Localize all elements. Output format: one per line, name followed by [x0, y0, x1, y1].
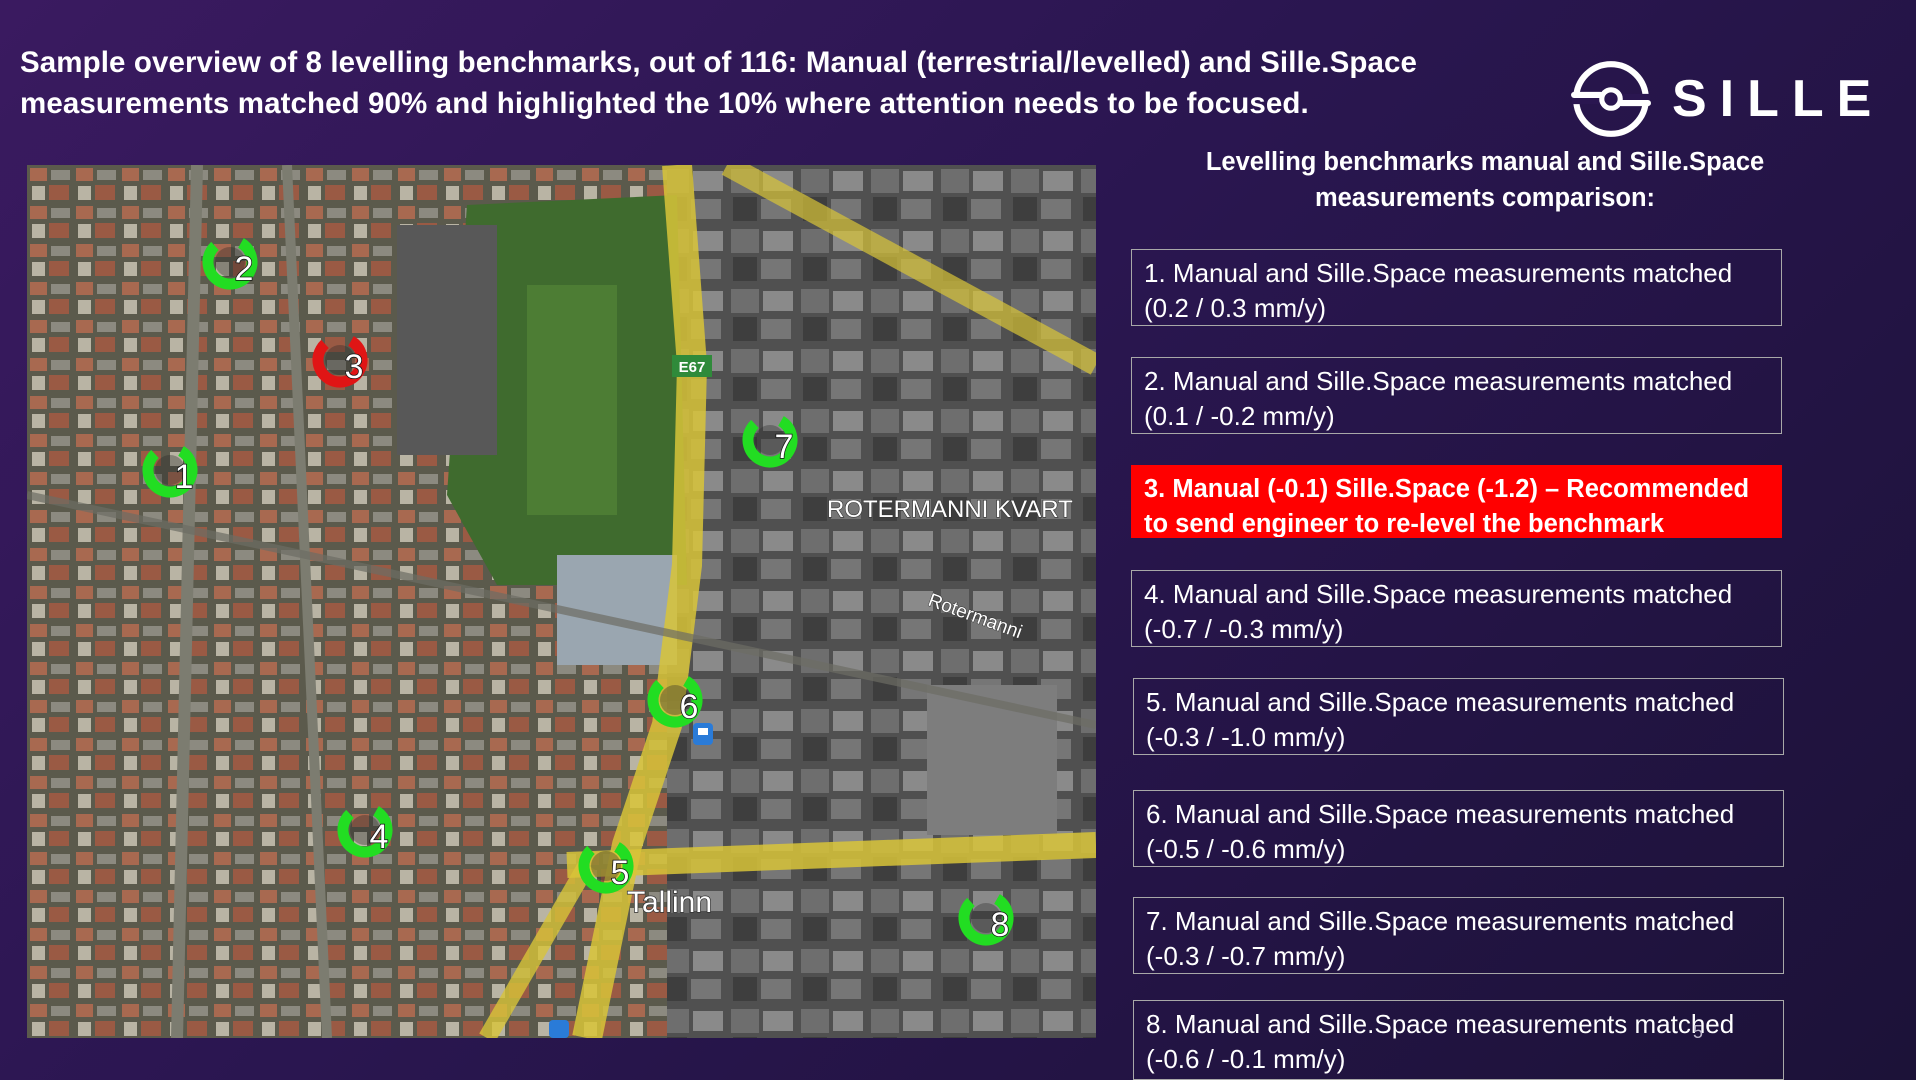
- benchmark-item-5: 5. Manual and Sille.Space measurements m…: [1133, 678, 1784, 755]
- benchmark-marker-number: 7: [775, 428, 794, 466]
- satellite-map: E67 ROTERMANNI KVART Rotermanni Tallinn …: [27, 165, 1096, 1038]
- benchmark-marker-number: 1: [175, 458, 194, 496]
- logo-wordmark: SILLE: [1672, 70, 1885, 128]
- benchmark-marker-number: 2: [235, 250, 254, 288]
- map-label-city: Tallinn: [627, 886, 712, 919]
- benchmark-item-7: 7. Manual and Sille.Space measurements m…: [1133, 897, 1784, 974]
- page-number: 5: [1693, 1022, 1704, 1042]
- benchmark-item-4: 4. Manual and Sille.Space measurements m…: [1131, 570, 1782, 647]
- benchmark-item-3-alert: 3. Manual (-0.1) Sille.Space (-1.2) – Re…: [1131, 465, 1782, 538]
- sille-logo: SILLE: [1570, 58, 1884, 140]
- map-label-road: E67: [672, 355, 712, 377]
- benchmark-item-1: 1. Manual and Sille.Space measurements m…: [1131, 249, 1782, 326]
- benchmark-marker-number: 4: [370, 818, 389, 856]
- benchmark-marker-number: 3: [345, 348, 364, 386]
- tram-stop-icon: [693, 723, 713, 745]
- sille-satellite-logo-icon: [1571, 61, 1651, 137]
- tram-stop-icon: [549, 1020, 569, 1038]
- benchmark-item-2: 2. Manual and Sille.Space measurements m…: [1131, 357, 1782, 434]
- benchmark-item-8: 8. Manual and Sille.Space measurements m…: [1133, 1000, 1784, 1080]
- benchmark-marker-number: 8: [991, 906, 1010, 944]
- benchmark-marker-number: 6: [680, 688, 699, 726]
- slide-headline: Sample overview of 8 levelling benchmark…: [20, 46, 1418, 120]
- comparison-panel-title: Levelling benchmarks manual and Sille.Sp…: [1205, 148, 1765, 212]
- map-label-district: ROTERMANNI KVART: [827, 496, 1073, 523]
- benchmark-item-6: 6. Manual and Sille.Space measurements m…: [1133, 790, 1784, 867]
- svg-text:E67: E67: [679, 359, 706, 376]
- benchmark-marker-number: 5: [611, 854, 630, 892]
